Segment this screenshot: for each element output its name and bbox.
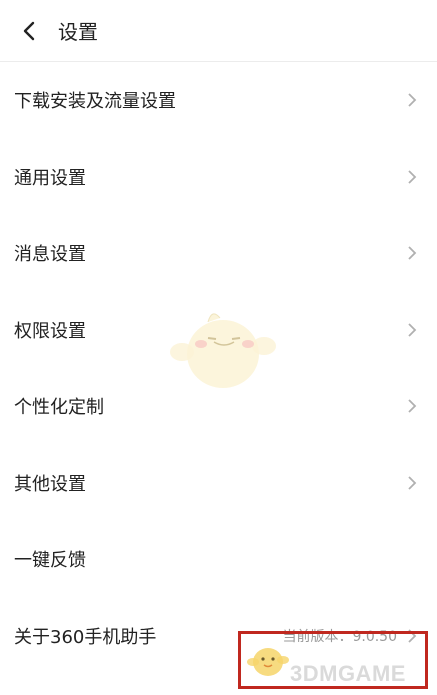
settings-item-general[interactable]: 通用设置 — [0, 139, 437, 216]
settings-item-label: 一键反馈 — [14, 550, 86, 572]
page-title: 设置 — [58, 20, 98, 44]
settings-item-label: 通用设置 — [14, 167, 86, 189]
settings-item-feedback[interactable]: 一键反馈 — [0, 521, 437, 598]
settings-item-messages[interactable]: 消息设置 — [0, 215, 437, 292]
settings-list: 下载安装及流量设置 通用设置 消息设置 权限设置 个性化定制 其他设置 一键反馈… — [0, 62, 437, 674]
chevron-right-icon — [405, 627, 419, 645]
settings-item-personalization[interactable]: 个性化定制 — [0, 368, 437, 445]
chevron-right-icon — [405, 474, 419, 492]
settings-item-label: 其他设置 — [14, 473, 86, 495]
settings-item-other[interactable]: 其他设置 — [0, 445, 437, 522]
settings-item-label: 权限设置 — [14, 320, 86, 342]
version-text: 当前版本：9.0.50 — [282, 628, 397, 645]
top-bar: 设置 — [0, 0, 437, 62]
settings-item-about[interactable]: 关于360手机助手 当前版本：9.0.50 — [0, 598, 437, 675]
settings-item-label: 关于360手机助手 — [14, 626, 157, 648]
back-button[interactable] — [16, 18, 42, 44]
settings-item-permissions[interactable]: 权限设置 — [0, 292, 437, 369]
chevron-right-icon — [405, 244, 419, 262]
settings-item-label: 个性化定制 — [14, 397, 104, 419]
chevron-right-icon — [405, 91, 419, 109]
chevron-right-icon — [405, 168, 419, 186]
settings-item-label: 消息设置 — [14, 244, 86, 266]
settings-item-label: 下载安装及流量设置 — [14, 91, 176, 113]
chevron-right-icon — [405, 321, 419, 339]
chevron-right-icon — [405, 397, 419, 415]
chevron-left-icon — [23, 21, 35, 40]
settings-item-download[interactable]: 下载安装及流量设置 — [0, 62, 437, 139]
